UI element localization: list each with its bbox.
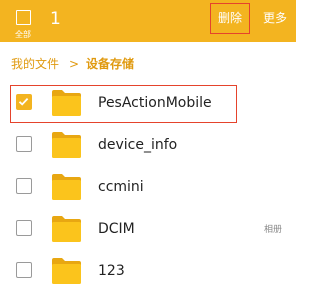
select-all-button[interactable]: 全部 xyxy=(9,3,39,39)
select-all-checkbox[interactable] xyxy=(16,10,31,25)
folder-icon xyxy=(52,90,81,116)
file-name: DCIM xyxy=(98,221,135,237)
row-checkbox[interactable] xyxy=(16,178,32,194)
more-button[interactable]: 更多 xyxy=(258,3,292,34)
folder-icon xyxy=(52,174,81,200)
delete-button[interactable]: 删除 xyxy=(210,3,250,34)
row-checkbox[interactable] xyxy=(16,262,32,278)
file-row-123[interactable]: 123 xyxy=(0,252,296,292)
select-all-label: 全部 xyxy=(15,30,31,39)
row-checkbox[interactable] xyxy=(16,94,32,110)
file-name: ccmini xyxy=(98,179,144,195)
selected-count: 1 xyxy=(50,9,61,29)
file-name: device_info xyxy=(98,137,178,153)
file-row-dcim[interactable]: DCIM 相册 xyxy=(0,210,296,250)
file-row-ccmini[interactable]: ccmini xyxy=(0,168,296,208)
selection-toolbar: 全部 1 删除 更多 xyxy=(0,0,296,42)
folder-icon xyxy=(52,216,81,242)
breadcrumb-current: 设备存储 xyxy=(86,57,135,71)
file-row-device-info[interactable]: device_info xyxy=(0,126,296,166)
folder-icon xyxy=(52,132,81,158)
row-checkbox[interactable] xyxy=(16,136,32,152)
folder-icon xyxy=(52,258,81,284)
breadcrumb-home[interactable]: 我的文件 xyxy=(11,56,59,72)
check-icon xyxy=(18,97,29,106)
row-checkbox[interactable] xyxy=(16,220,32,236)
file-name: PesActionMobile xyxy=(98,95,212,111)
breadcrumb: 我的文件 > 设备存储 xyxy=(0,42,296,86)
folder-tag: 相册 xyxy=(263,225,282,235)
file-row-pesactionmobile[interactable]: PesActionMobile xyxy=(0,84,296,124)
breadcrumb-separator: > xyxy=(69,57,80,71)
file-name: 123 xyxy=(98,263,125,279)
